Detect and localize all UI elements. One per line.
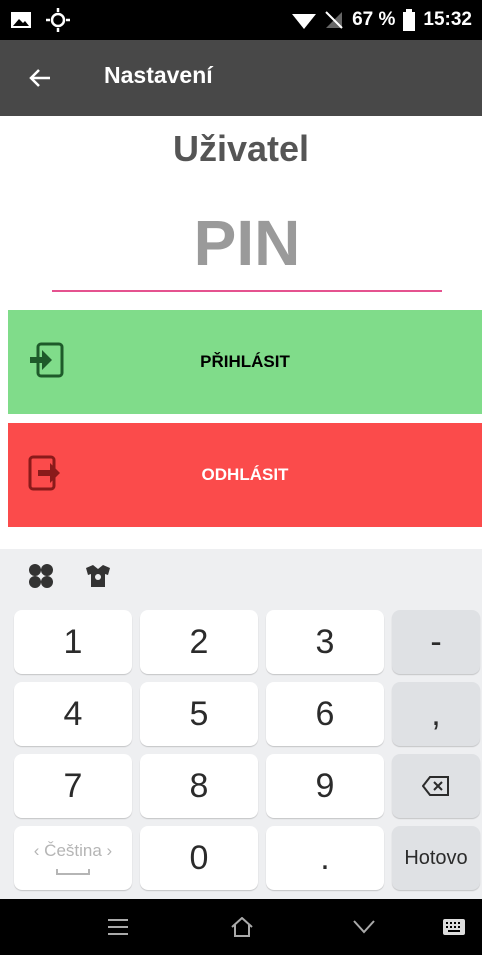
logout-button[interactable]: ODHLÁSIT	[8, 423, 482, 527]
key-8[interactable]: 8	[140, 754, 258, 818]
backspace-icon	[422, 776, 449, 796]
image-icon	[11, 12, 31, 28]
menu-icon	[108, 919, 128, 935]
home-button[interactable]	[228, 913, 256, 941]
nav-bar	[0, 899, 482, 955]
keyboard-icon	[443, 919, 465, 935]
no-signal-icon	[325, 11, 343, 29]
language-key[interactable]: ‹ Čeština ›	[14, 826, 132, 890]
pin-input[interactable]	[52, 196, 442, 292]
logout-icon	[28, 455, 60, 491]
back-button[interactable]	[22, 60, 58, 96]
page-title: Nastavení	[104, 62, 213, 88]
clover-icon[interactable]	[28, 563, 54, 589]
home-icon	[231, 917, 253, 937]
language-label: ‹ Čeština ›	[33, 841, 113, 860]
done-key[interactable]: Hotovo	[392, 826, 480, 890]
login-label: PŘIHLÁSIT	[200, 352, 290, 371]
app-bar: Nastavení	[0, 40, 482, 116]
key-4[interactable]: 4	[14, 682, 132, 746]
key-9[interactable]: 9	[266, 754, 384, 818]
login-icon	[30, 342, 64, 378]
arrow-left-icon	[29, 69, 50, 87]
battery-percent: 67 %	[352, 9, 396, 30]
key-1[interactable]: 1	[14, 610, 132, 674]
shirt-icon[interactable]	[84, 564, 112, 588]
wifi-icon	[292, 14, 317, 29]
key-minus[interactable]: -	[392, 610, 480, 674]
keyboard-button[interactable]	[440, 913, 468, 941]
back-icon	[353, 920, 375, 934]
brightness-icon	[46, 8, 70, 32]
key-7[interactable]: 7	[14, 754, 132, 818]
key-comma[interactable]: ,	[392, 682, 480, 746]
key-2[interactable]: 2	[140, 610, 258, 674]
key-5[interactable]: 5	[140, 682, 258, 746]
spacebar-icon	[56, 869, 90, 875]
user-title: Uživatel	[172, 128, 310, 169]
key-3[interactable]: 3	[266, 610, 384, 674]
logout-label: ODHLÁSIT	[201, 465, 289, 484]
battery-icon	[403, 9, 416, 31]
back-nav-button[interactable]	[350, 913, 378, 941]
status-bar: 67 % 15:32	[0, 0, 482, 40]
numeric-keyboard: 1 2 3 - 4 5 6 , 7 8 9 ‹ Čeština › 0 . Ho…	[0, 549, 482, 899]
clock: 15:32	[423, 9, 472, 30]
key-6[interactable]: 6	[266, 682, 384, 746]
key-dot[interactable]: .	[266, 826, 384, 890]
menu-button[interactable]	[104, 913, 132, 941]
backspace-key[interactable]	[392, 754, 480, 818]
key-0[interactable]: 0	[140, 826, 258, 890]
login-button[interactable]: PŘIHLÁSIT	[8, 310, 482, 414]
